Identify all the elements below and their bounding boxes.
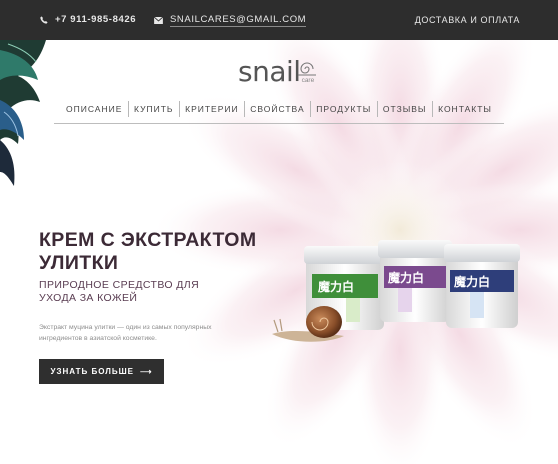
decorative-leaves (0, 40, 46, 186)
logo-wordmark: snail (238, 55, 301, 88)
main-nav: ОПИСАНИЕ КУПИТЬ КРИТЕРИИ СВОЙСТВА ПРОДУК… (54, 99, 504, 124)
learn-more-label: УЗНАТЬ БОЛЬШЕ (50, 367, 135, 376)
jar-label: 魔力白 (454, 274, 490, 289)
nav-divider (431, 101, 433, 117)
email-address: SNAILCARES@GMAIL.COM (170, 14, 307, 27)
phone-icon (40, 15, 48, 24)
jar-blue: 魔力白 (444, 244, 520, 328)
jar-label: 魔力白 (388, 270, 424, 285)
hero-description: Экстракт муцина улитки — один из самых п… (39, 324, 212, 342)
hero-subtitle: ПРИРОДНОЕ СРЕДСТВО ДЛЯ УХОДА ЗА КОЖЕЙ (39, 279, 200, 304)
nav-item-products[interactable]: ПРОДУКТЫ (312, 104, 375, 114)
nav-item-reviews[interactable]: ОТЗЫВЫ (379, 104, 431, 114)
nav-item-buy[interactable]: КУПИТЬ (130, 104, 177, 114)
nav-divider (178, 101, 180, 117)
nav-item-description[interactable]: ОПИСАНИЕ (62, 104, 126, 114)
snail-shell-icon (298, 62, 316, 76)
nav-divider (243, 101, 245, 117)
arrow-right-icon: ⟶ (140, 367, 153, 376)
product-image: 魔力白 魔力白 魔力白 (272, 240, 520, 342)
mail-icon (154, 17, 163, 24)
jar-label: 魔力白 (318, 279, 354, 294)
hero-title: КРЕМ С ЭКСТРАКТОМ УЛИТКИ (39, 229, 257, 274)
nav-item-properties[interactable]: СВОЙСТВА (246, 104, 308, 114)
logo-care-text: care (301, 77, 315, 84)
nav-divider (127, 101, 129, 117)
top-bar: +7 911-985-8426 SNAILCARES@GMAIL.COM ДОС… (0, 0, 558, 40)
phone-contact[interactable]: +7 911-985-8426 (40, 14, 136, 25)
site-logo[interactable]: snail care (238, 55, 316, 88)
phone-number: +7 911-985-8426 (55, 14, 137, 25)
nav-divider (309, 101, 311, 117)
nav-divider (376, 101, 378, 117)
jar-purple: 魔力白 (378, 240, 452, 322)
nav-item-contacts[interactable]: КОНТАКТЫ (434, 104, 496, 114)
nav-item-criteria[interactable]: КРИТЕРИИ (181, 104, 242, 114)
learn-more-button[interactable]: УЗНАТЬ БОЛЬШЕ ⟶ (39, 359, 164, 384)
email-contact[interactable]: SNAILCARES@GMAIL.COM (154, 14, 307, 27)
delivery-link[interactable]: ДОСТАВКА И ОПЛАТА (415, 15, 520, 25)
